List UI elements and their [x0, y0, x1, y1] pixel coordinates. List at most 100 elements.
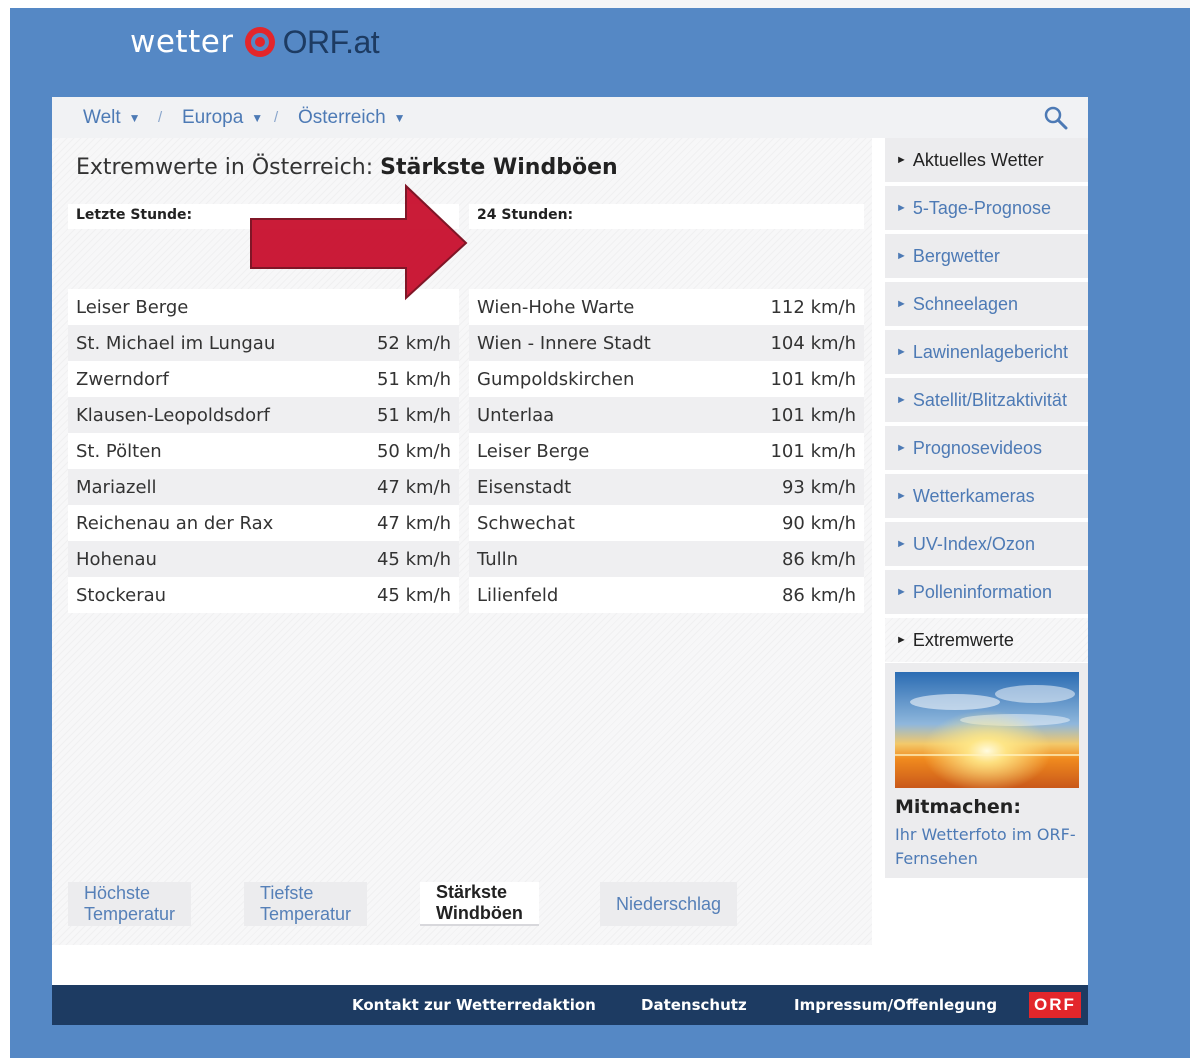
tab-hoechste-temperatur[interactable]: Höchste Temperatur [68, 882, 192, 926]
dropdown-triangle-icon: ▼ [251, 111, 264, 125]
table-row: St. Michael im Lungau 52 km/h [68, 325, 459, 361]
arrow-right-icon: ► [896, 250, 907, 262]
row-value: 112 km/h [770, 296, 856, 318]
tab-tiefste-temperatur[interactable]: Tiefste Temperatur [244, 882, 368, 926]
tab-niederschlag[interactable]: Niederschlag [600, 882, 738, 926]
breadcrumb-welt-label: Welt [83, 107, 121, 128]
sidebar-item-label: Prognosevideos [912, 437, 1042, 458]
table-row: Stockerau 45 km/h [68, 577, 459, 613]
page-title-bold: Stärkste Windböen [380, 155, 618, 180]
search-icon[interactable] [1043, 105, 1069, 131]
arrow-right-icon: ► [896, 442, 907, 454]
row-location: Zwerndorf [76, 368, 169, 390]
sidebar-item-label: Schneelagen [912, 293, 1018, 314]
row-location: Mariazell [76, 476, 157, 498]
sidebar-item-uv-index-ozon[interactable]: ► UV-Index/Ozon [885, 522, 1088, 566]
dropdown-triangle-icon: ▼ [128, 111, 141, 125]
sidebar-item-bergwetter[interactable]: ► Bergwetter [885, 234, 1088, 278]
sidebar-item-schneelagen[interactable]: ► Schneelagen [885, 282, 1088, 326]
footer-link-kontakt[interactable]: Kontakt zur Wetterredaktion [352, 996, 596, 1014]
table-row: Zwerndorf 51 km/h [68, 361, 459, 397]
row-location: Wien - Innere Stadt [477, 332, 651, 354]
row-value: 86 km/h [781, 548, 856, 570]
row-location: Schwechat [477, 512, 575, 534]
sidebar-item-label: Lawinenlagebericht [912, 341, 1068, 362]
arrow-right-icon: ► [896, 154, 907, 166]
promo-title: Mitmachen: [895, 796, 1021, 818]
sidebar-item-label: 5-Tage-Prognose [912, 197, 1051, 218]
sidebar-item-label: Wetterkameras [912, 485, 1035, 506]
row-value: 93 km/h [781, 476, 856, 498]
promo-box[interactable]: Mitmachen: Ihr Wetterfoto im ORF-Fernseh… [885, 663, 1088, 878]
row-location: Tulln [477, 548, 519, 570]
orf-logo-badge[interactable]: ORF [1029, 992, 1081, 1018]
row-location: Wien-Hohe Warte [477, 296, 635, 318]
table-row: Unterlaa 101 km/h [469, 397, 864, 433]
row-location: Klausen-Leopoldsdorf [76, 404, 270, 426]
top-strip [430, 0, 1190, 8]
sidebar-item-extremwerte[interactable]: ► Extremwerte [885, 618, 1088, 662]
row-value: 45 km/h [376, 548, 451, 570]
row-value: 47 km/h [376, 512, 451, 534]
footer-link-datenschutz[interactable]: Datenschutz [641, 996, 747, 1014]
sidebar-item-satellit-blitzaktivit-t[interactable]: ► Satellit/Blitzaktivität [885, 378, 1088, 422]
breadcrumb-oesterreich[interactable]: Österreich ▼ [298, 107, 406, 129]
sidebar-item-label: Bergwetter [912, 245, 1000, 266]
site-logo[interactable]: wetter ORF.at [130, 20, 380, 64]
table-row: Leiser Berge [68, 289, 459, 325]
table-row: Gumpoldskirchen 101 km/h [469, 361, 864, 397]
sidebar-item-prognosevideos[interactable]: ► Prognosevideos [885, 426, 1088, 470]
orf-eye-icon [243, 25, 277, 59]
row-value: 52 km/h [376, 332, 451, 354]
row-location: Lilienfeld [477, 584, 559, 606]
sidebar-item-aktuelles-wetter[interactable]: ► Aktuelles Wetter [885, 138, 1088, 182]
tab-staerkste-windboeen[interactable]: Stärkste Windböen [420, 882, 539, 926]
arrow-right-icon: ► [896, 634, 907, 646]
breadcrumb-europa[interactable]: Europa ▼ [182, 107, 263, 129]
sidebar-item-label: UV-Index/Ozon [912, 533, 1035, 554]
arrow-right-icon: ► [896, 586, 907, 598]
row-location: St. Pölten [76, 440, 162, 462]
footer: Kontakt zur Wetterredaktion Datenschutz … [52, 985, 1088, 1025]
row-value: 47 km/h [376, 476, 451, 498]
row-location: St. Michael im Lungau [76, 332, 276, 354]
sidebar-item-lawinenlagebericht[interactable]: ► Lawinenlagebericht [885, 330, 1088, 374]
arrow-right-icon: ► [896, 346, 907, 358]
row-location: Stockerau [76, 584, 167, 606]
page-title: Extremwerte in Österreich: Stärkste Wind… [76, 155, 618, 180]
sidebar-item-5-tage-prognose[interactable]: ► 5-Tage-Prognose [885, 186, 1088, 230]
table-row: Eisenstadt 93 km/h [469, 469, 864, 505]
row-value: 51 km/h [376, 404, 451, 426]
sidebar-item-label: Polleninformation [912, 581, 1052, 602]
footer-link-impressum[interactable]: Impressum/Offenlegung [794, 996, 997, 1014]
row-value: 101 km/h [770, 440, 856, 462]
row-location: Unterlaa [477, 404, 555, 426]
row-location: Hohenau [76, 548, 157, 570]
arrow-right-icon: ► [896, 538, 907, 550]
table-row: Wien-Hohe Warte 112 km/h [469, 289, 864, 325]
arrow-right-icon: ► [896, 490, 907, 502]
sidebar-item-wetterkameras[interactable]: ► Wetterkameras [885, 474, 1088, 518]
content-panel: Welt ▼ / Europa ▼ / Österreich ▼ Extremw… [52, 97, 1088, 1025]
row-value: 101 km/h [770, 368, 856, 390]
arrow-right-icon: ► [896, 298, 907, 310]
row-value: 50 km/h [376, 440, 451, 462]
breadcrumb-oesterreich-label: Österreich [298, 107, 386, 128]
row-value: 86 km/h [781, 584, 856, 606]
logo-wetter-text: wetter [130, 24, 234, 60]
table-row: St. Pölten 50 km/h [68, 433, 459, 469]
row-value: 51 km/h [376, 368, 451, 390]
breadcrumb-welt[interactable]: Welt ▼ [83, 107, 141, 129]
last-hour-header: Letzte Stunde: [76, 207, 193, 223]
row-location: Leiser Berge [477, 440, 590, 462]
row-value: 104 km/h [770, 332, 856, 354]
sidebar-item-polleninformation[interactable]: ► Polleninformation [885, 570, 1088, 614]
main-content: Extremwerte in Österreich: Stärkste Wind… [52, 138, 872, 945]
logo-orf-text: ORF.at [282, 23, 380, 60]
table-row: Leiser Berge 101 km/h [469, 433, 864, 469]
row-value: 101 km/h [770, 404, 856, 426]
row-value: 90 km/h [781, 512, 856, 534]
table-row: Tulln 86 km/h [469, 541, 864, 577]
promo-link[interactable]: Ihr Wetterfoto im ORF-Fernsehen [895, 823, 1085, 871]
row-location: Reichenau an der Rax [76, 512, 274, 534]
